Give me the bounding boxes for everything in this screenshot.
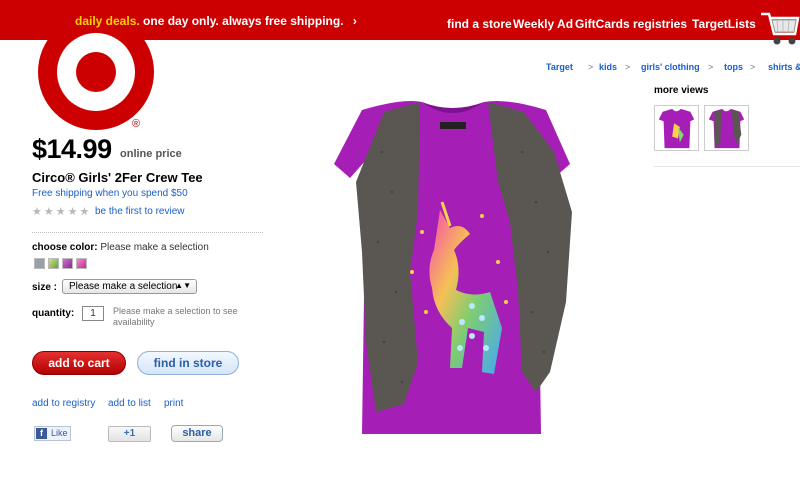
registered-mark: ®: [132, 118, 140, 130]
nav-weekly-ad[interactable]: Weekly Ad: [513, 17, 573, 31]
breadcrumb-kids[interactable]: kids: [599, 62, 617, 72]
product-title: Circo® Girls' 2Fer Crew Tee: [32, 170, 203, 185]
price-note: online price: [120, 148, 182, 160]
breadcrumb-separator: >: [588, 62, 594, 72]
breadcrumb-shirts[interactable]: shirts &: [768, 62, 800, 72]
rating-stars-icon: ★★★★★: [32, 206, 92, 218]
more-views-title: more views: [654, 85, 709, 96]
daily-deals-link[interactable]: daily deals. one day only. always free s…: [75, 14, 357, 28]
nav-targetlists[interactable]: TargetLists: [692, 17, 756, 31]
nav-registries[interactable]: registries: [633, 17, 687, 31]
breadcrumb-separator: >: [708, 62, 714, 72]
more-views-divider: [654, 166, 800, 167]
size-select-value: Please make a selection: [69, 281, 178, 292]
google-plus-one-button[interactable]: +1: [108, 426, 151, 442]
size-select[interactable]: Please make a selection ▲▼: [62, 279, 197, 294]
deals-arrow-icon: ›: [352, 14, 357, 28]
nav-find-a-store[interactable]: find a store: [447, 17, 512, 31]
facebook-like-button[interactable]: f Like: [34, 426, 71, 441]
size-label: size :: [32, 282, 58, 293]
facebook-icon: f: [36, 428, 47, 439]
share-button[interactable]: share: [171, 425, 223, 442]
breadcrumb-separator: >: [625, 62, 631, 72]
color-label: choose color: Please make a selection: [32, 242, 209, 253]
color-swatch-pink[interactable]: [62, 258, 73, 269]
breadcrumb-separator: >: [750, 62, 756, 72]
add-to-cart-button[interactable]: add to cart: [32, 351, 126, 375]
quantity-label: quantity:: [32, 308, 75, 319]
product-image[interactable]: [322, 92, 584, 438]
deals-text: one day only. always free shipping.: [143, 14, 344, 28]
free-shipping-link[interactable]: Free shipping when you spend $50: [32, 188, 188, 199]
print-link[interactable]: print: [164, 398, 183, 409]
find-in-store-button[interactable]: find in store: [137, 351, 239, 375]
nav-giftcards[interactable]: GiftCards: [575, 17, 630, 31]
target-logo[interactable]: ®: [38, 30, 156, 132]
add-to-registry-link[interactable]: add to registry: [32, 398, 95, 409]
more-views-thumbnail-1[interactable]: [654, 105, 699, 151]
quantity-note: Please make a selection to see availabil…: [113, 306, 238, 327]
color-swatch-green[interactable]: [48, 258, 59, 269]
select-arrows-icon: ▲▼: [175, 281, 191, 290]
color-prompt: Please make a selection: [100, 242, 209, 253]
deals-highlight: daily deals.: [75, 14, 140, 28]
cart-icon[interactable]: [757, 4, 800, 50]
more-views-thumbnail-2[interactable]: [704, 105, 749, 151]
product-price: $14.99: [32, 134, 112, 164]
facebook-like-label: Like: [51, 428, 68, 438]
add-to-list-link[interactable]: add to list: [108, 398, 151, 409]
color-label-title: choose color:: [32, 242, 98, 253]
first-review-link[interactable]: be the first to review: [95, 206, 184, 217]
color-swatch-gray[interactable]: [34, 258, 45, 269]
breadcrumb-tops[interactable]: tops: [724, 62, 743, 72]
breadcrumb-girls-clothing[interactable]: girls' clothing: [641, 62, 700, 72]
divider: [32, 232, 263, 233]
quantity-input[interactable]: 1: [82, 306, 104, 321]
breadcrumb-target[interactable]: Target: [546, 62, 573, 72]
color-swatch-magenta[interactable]: [76, 258, 87, 269]
